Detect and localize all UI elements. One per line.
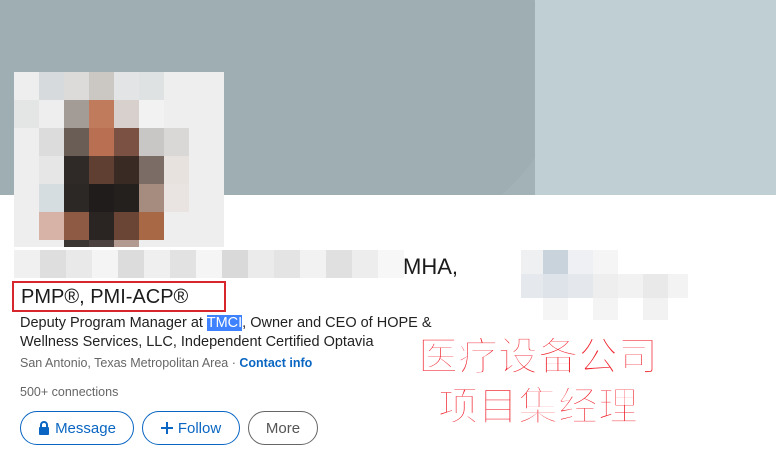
follow-button[interactable]: Follow	[142, 411, 240, 445]
profile-credentials: PMP®, PMI-ACP®	[21, 286, 189, 308]
headline-text-start: Deputy Program Manager at	[20, 315, 207, 331]
follow-button-label: Follow	[177, 419, 222, 437]
profile-name-redacted	[14, 250, 404, 280]
profile-location: San Antonio, Texas Metropolitan Area	[20, 356, 229, 370]
location-separator: ·	[228, 356, 240, 370]
profile-name-suffix: MHA,	[403, 254, 458, 279]
connections-count[interactable]: 500+ connections	[20, 385, 118, 399]
chinese-caption-overlay: 医疗设备公司 项目集经理	[398, 332, 678, 432]
banner-panel	[535, 0, 776, 195]
caption-line-1: 医疗设备公司	[418, 335, 659, 380]
more-button[interactable]: More	[248, 411, 318, 445]
more-button-label: More	[265, 419, 301, 437]
company-logo-redacted[interactable]	[521, 250, 691, 325]
profile-avatar-pixelated[interactable]	[14, 72, 224, 247]
contact-info-link[interactable]: Contact info	[239, 356, 312, 370]
caption-line-2: 项目集经理	[438, 385, 639, 430]
message-button-label: Message	[55, 419, 116, 437]
message-button[interactable]: Message	[20, 411, 134, 445]
lock-icon	[38, 421, 50, 435]
plus-icon	[160, 422, 173, 434]
profile-location-row: San Antonio, Texas Metropolitan Area · C…	[20, 356, 312, 370]
headline-highlight: TMCI	[206, 315, 243, 331]
